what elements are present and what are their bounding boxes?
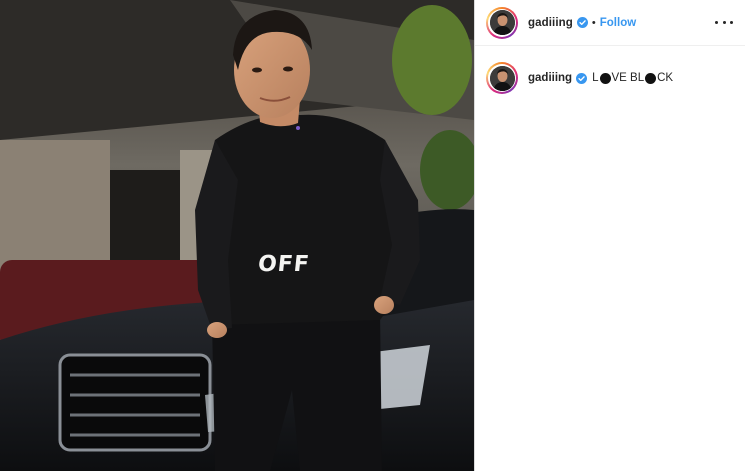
post-image [0, 0, 474, 471]
more-options-icon[interactable] [715, 14, 733, 30]
post-side-panel: gadiiing • Follow gadiiing L VE BL CK [475, 0, 745, 471]
caption-text: L VE BL CK [592, 72, 673, 84]
black-circle-emoji-icon [599, 72, 611, 84]
avatar[interactable] [486, 6, 518, 39]
caption-part-1: L [592, 72, 599, 84]
separator-dot: • [591, 16, 596, 29]
post-photo[interactable]: OFF [0, 0, 474, 471]
caption-avatar-image [489, 65, 515, 91]
verified-badge-icon [576, 17, 588, 28]
post-header: gadiiing • Follow [475, 0, 745, 46]
caption-part-2: VE BL [611, 72, 645, 84]
username-link[interactable]: gadiiing [528, 17, 573, 29]
caption-verified-badge-icon [576, 72, 588, 84]
caption-avatar-border [488, 64, 516, 92]
caption-row: gadiiing L VE BL CK [486, 62, 673, 94]
follow-button[interactable]: Follow [600, 17, 636, 29]
avatar-image [489, 10, 515, 35]
avatar-border [488, 8, 516, 37]
black-circle-emoji-icon [645, 72, 657, 84]
sweater-print: OFF [256, 252, 312, 277]
caption-part-3: CK [657, 72, 674, 84]
caption-avatar[interactable] [486, 62, 518, 94]
caption: gadiiing L VE BL CK [528, 72, 673, 84]
caption-username[interactable]: gadiiing [528, 72, 572, 84]
